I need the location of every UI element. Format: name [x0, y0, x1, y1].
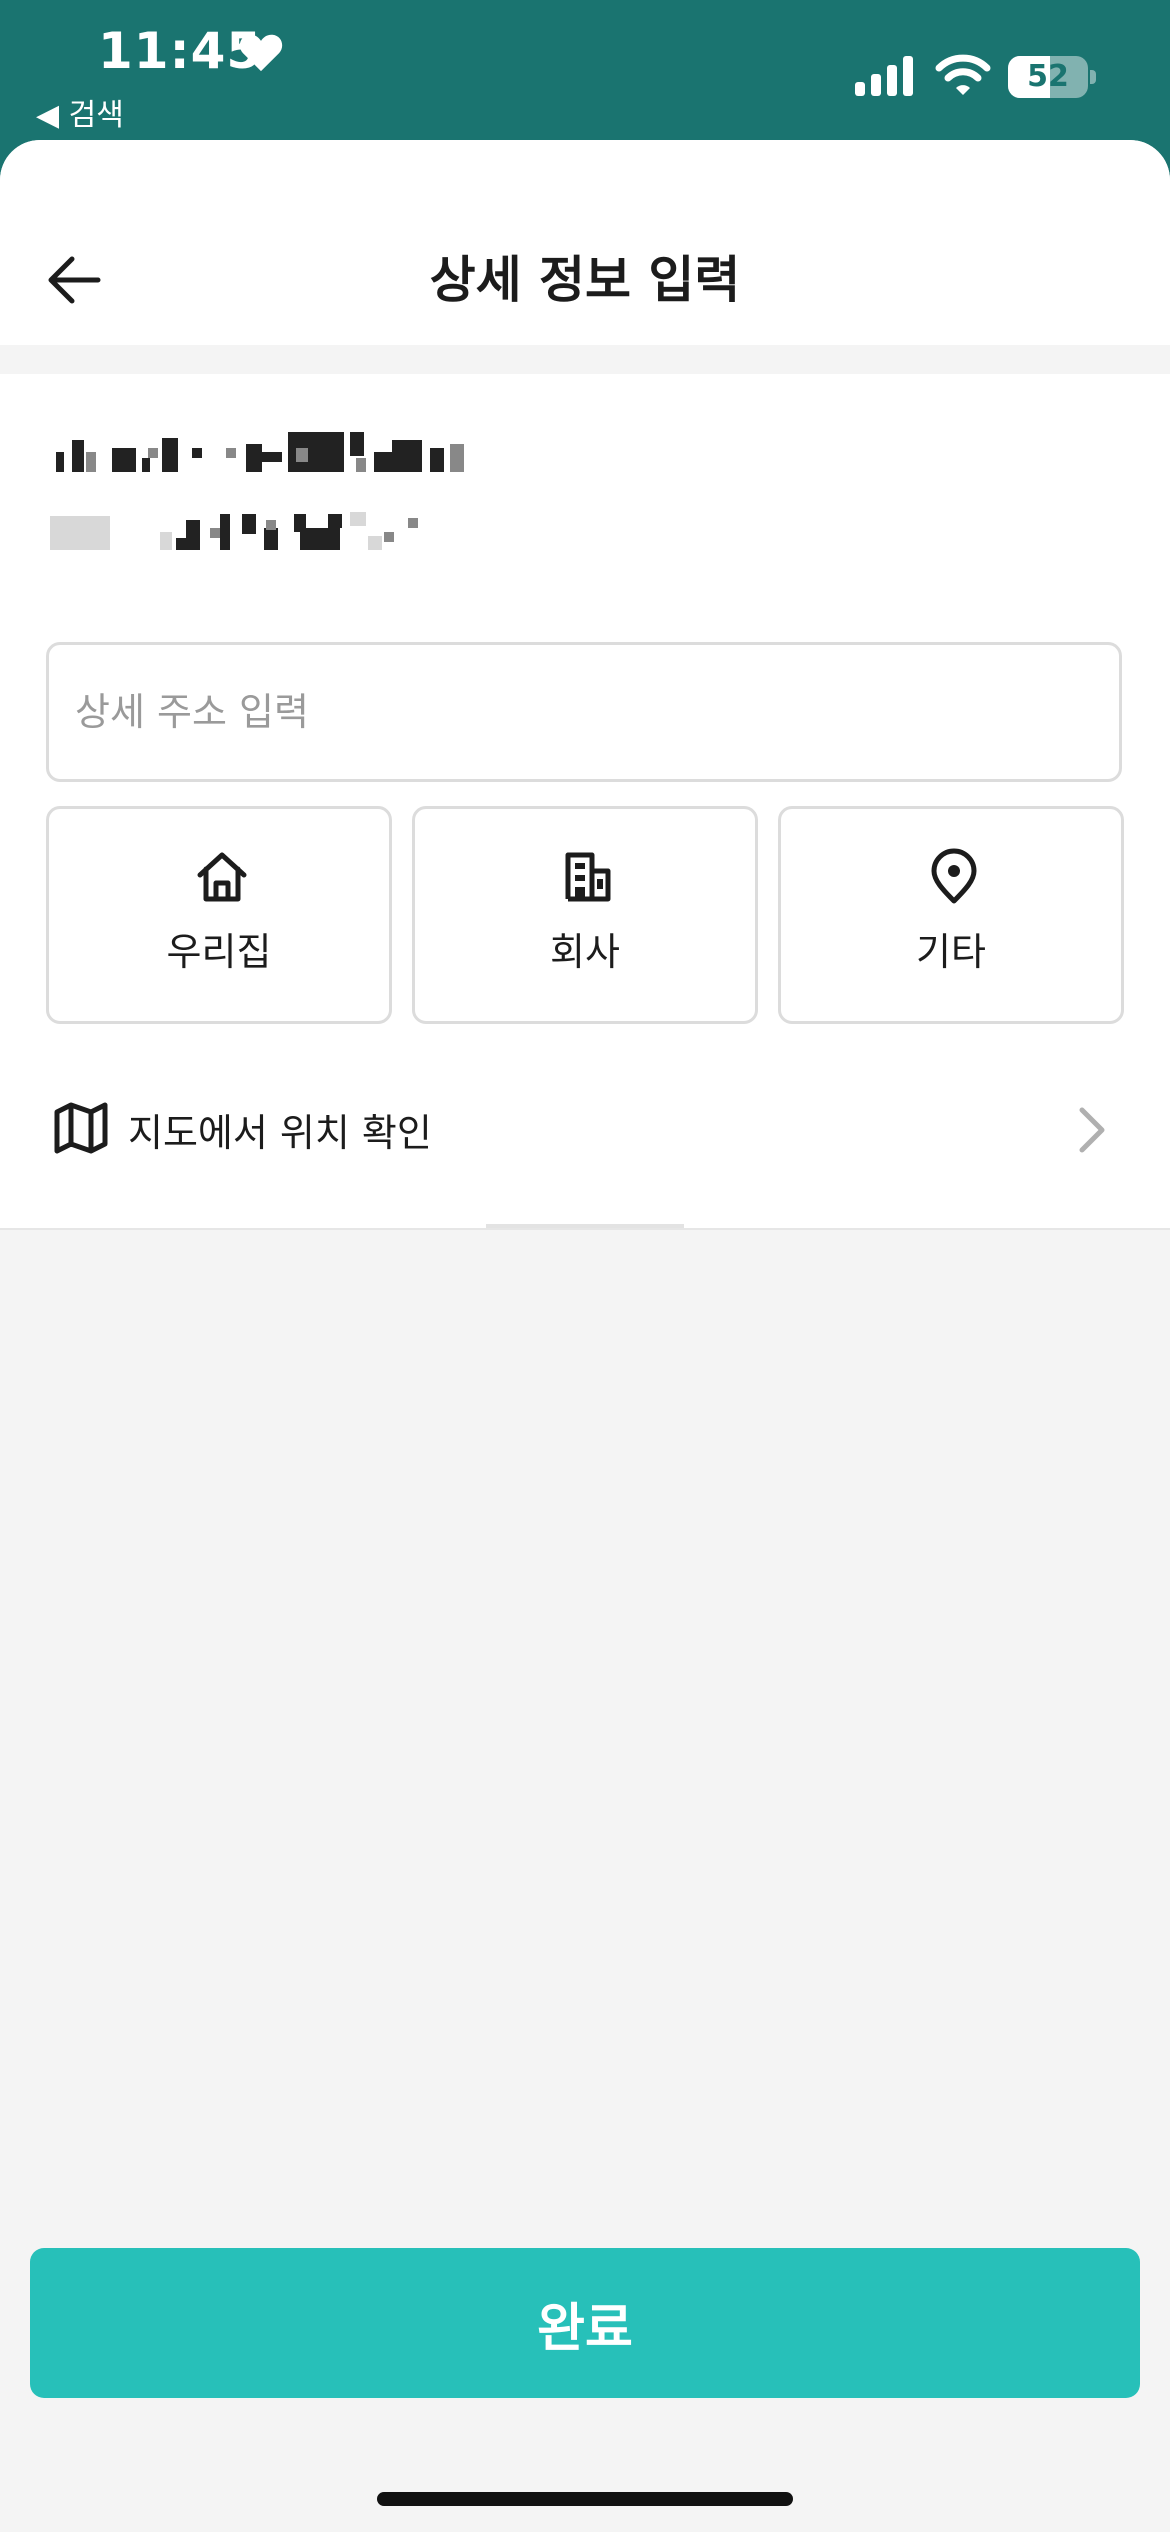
divider	[486, 1224, 684, 1228]
done-button[interactable]: 완료	[30, 2248, 1140, 2398]
place-type-label: 기타	[916, 930, 986, 974]
building-icon	[565, 852, 611, 902]
battery-tip	[1090, 70, 1096, 84]
header: 상세 정보 입력	[0, 140, 1170, 345]
redacted-address	[50, 432, 464, 550]
home-icon	[197, 852, 247, 902]
cellular-signal-icon	[855, 56, 913, 96]
chevron-right-icon	[1079, 1107, 1105, 1153]
place-type-home-button[interactable]: 우리집	[46, 806, 392, 1024]
bottom-sheet: 상세 정보 입력 상세 주소 입력 우리집 회사 기타 지도에서 위치 확인 완…	[0, 140, 1170, 2532]
page-title: 상세 정보 입력	[429, 251, 741, 309]
map-icon	[54, 1102, 108, 1154]
place-type-work-button[interactable]: 회사	[412, 806, 758, 1024]
map-link-label: 지도에서 위치 확인	[128, 1111, 432, 1155]
place-type-other-button[interactable]: 기타	[778, 806, 1124, 1024]
back-to-app-link[interactable]: ◀ 검색	[36, 90, 124, 134]
wifi-icon	[935, 54, 991, 95]
status-bar: 11:45 ◀ 검색 52	[0, 0, 1170, 145]
address-form: 우리집 회사 기타	[0, 374, 1170, 1230]
heart-icon	[239, 34, 283, 72]
place-type-label: 우리집	[166, 930, 272, 974]
location-pin-icon	[931, 848, 977, 904]
battery-indicator: 52	[1008, 56, 1088, 98]
home-indicator[interactable]	[377, 2492, 793, 2506]
detail-address-input[interactable]	[46, 642, 1122, 782]
place-type-label: 회사	[550, 930, 620, 974]
map-location-link[interactable]: 지도에서 위치 확인	[0, 1064, 1170, 1194]
place-type-options: 우리집 회사 기타	[46, 806, 1124, 1024]
